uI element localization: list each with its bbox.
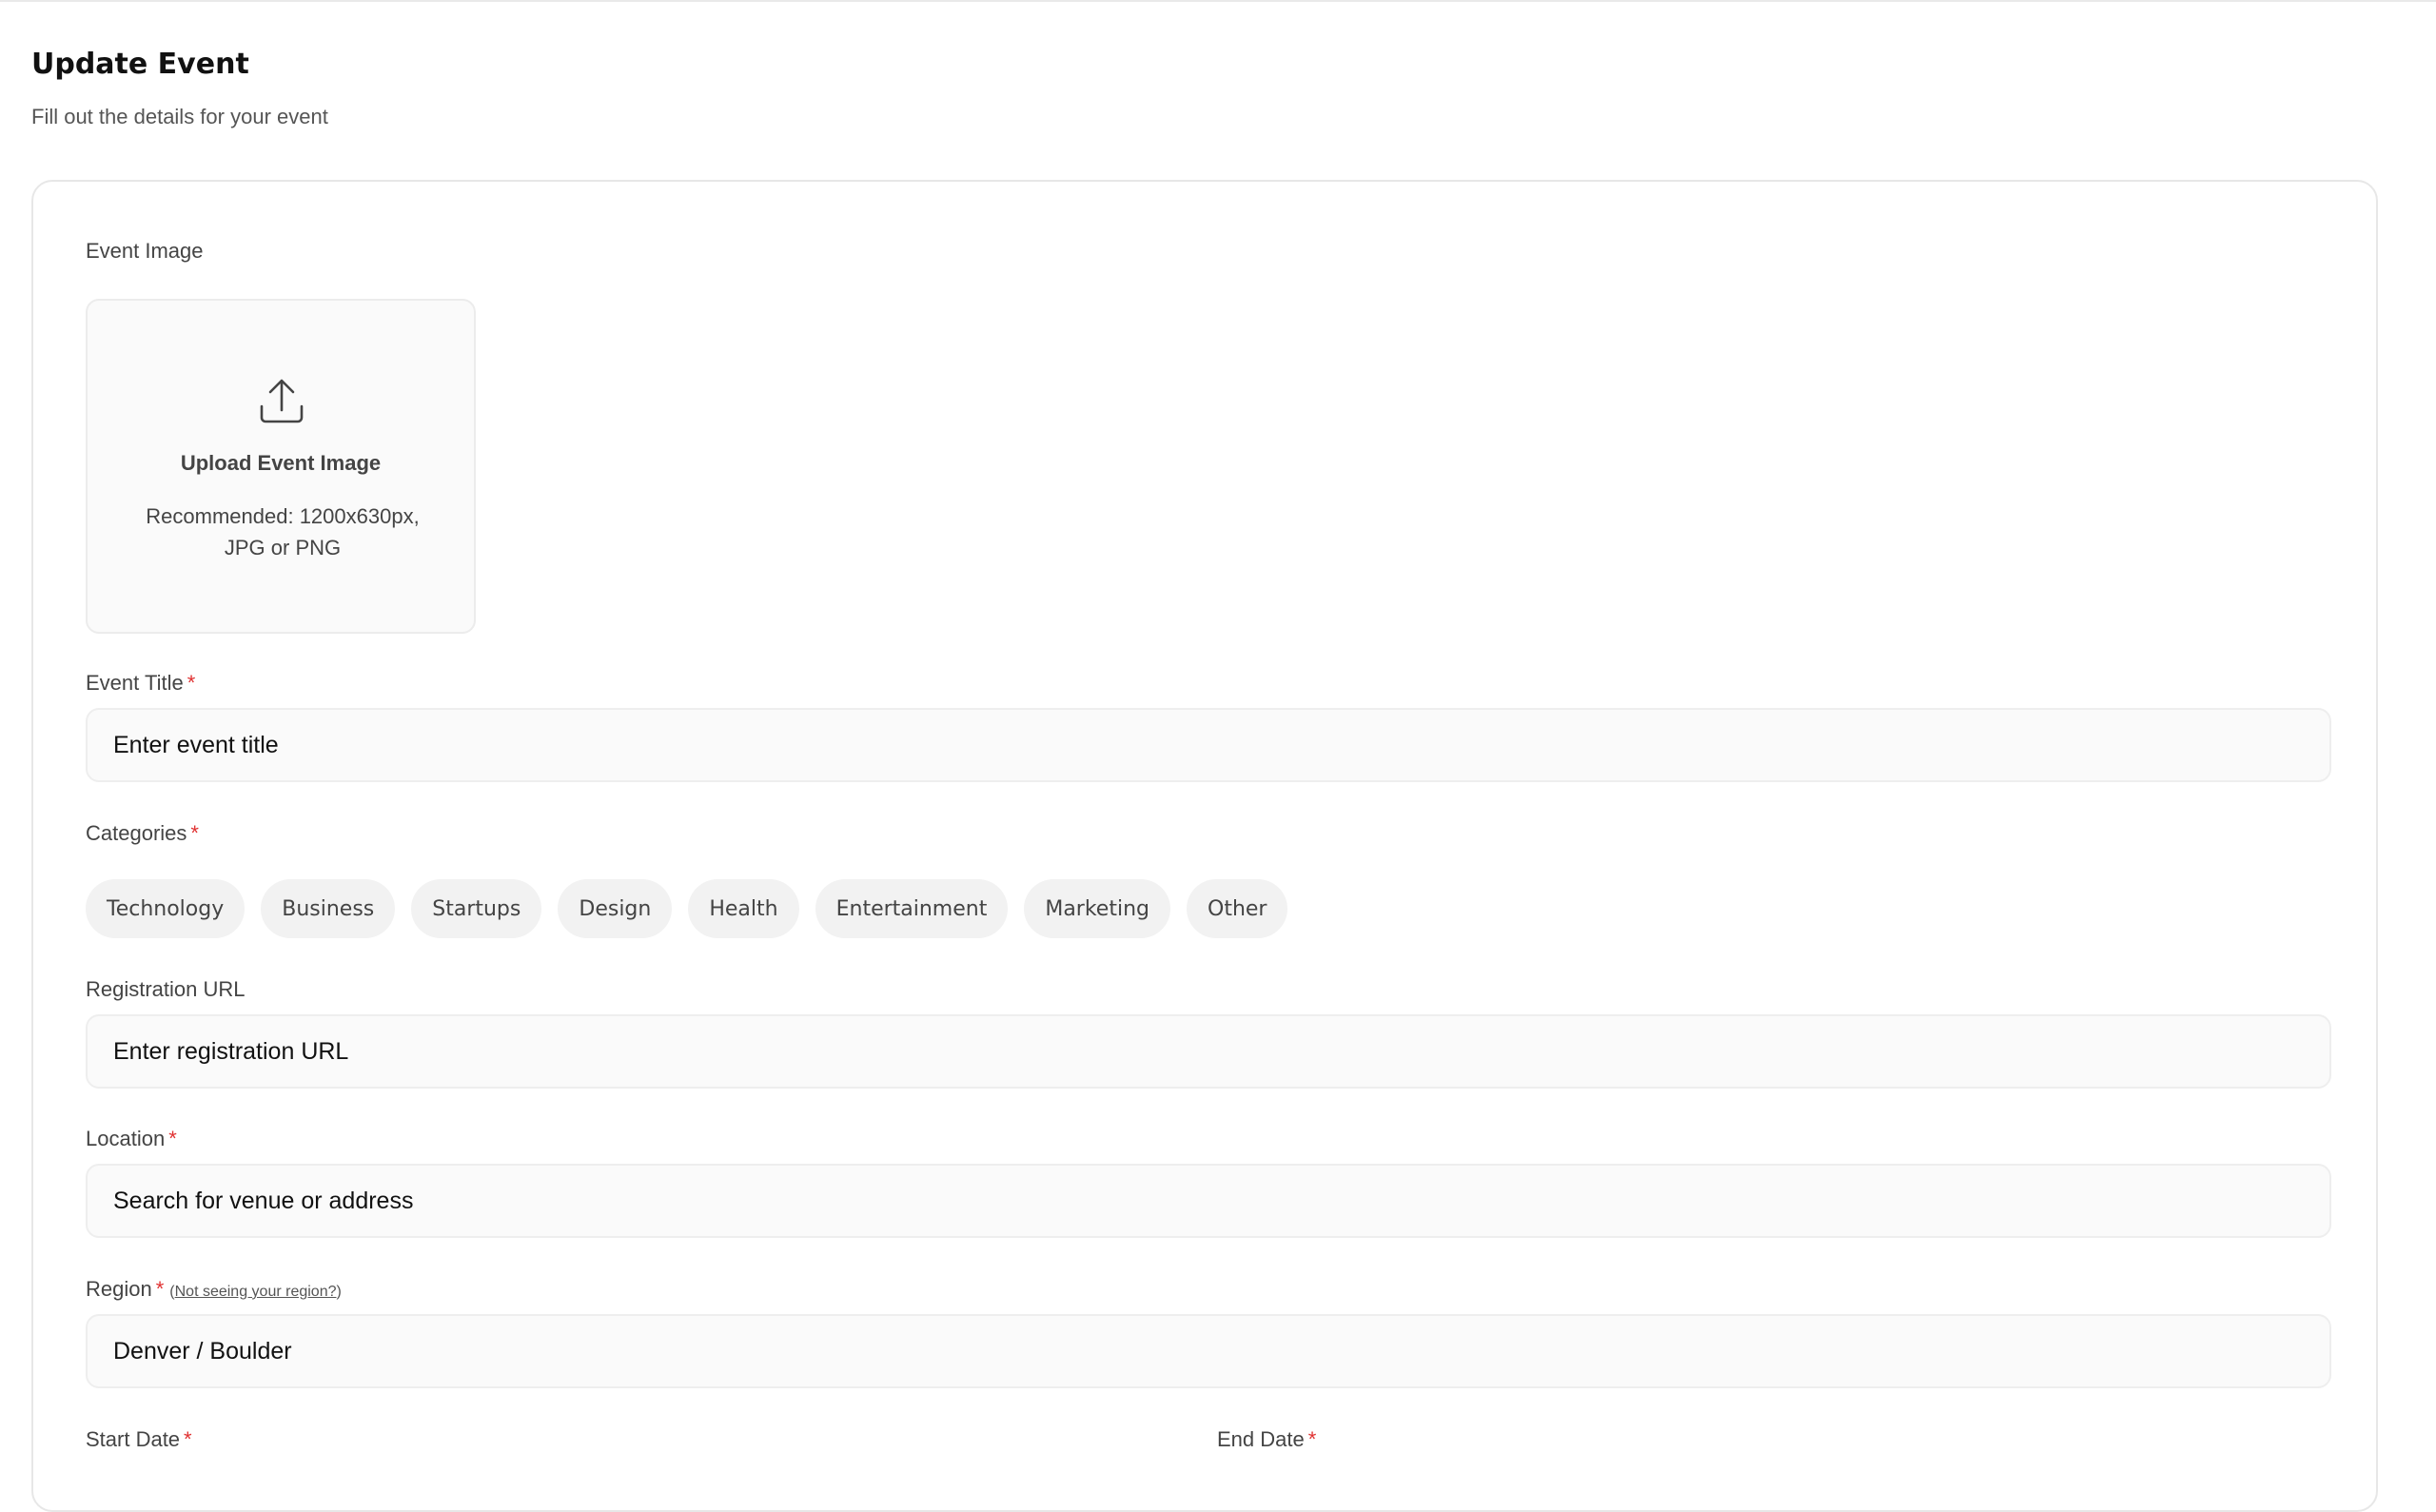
registration-url-input[interactable] xyxy=(86,1014,2331,1089)
categories-label-text: Categories xyxy=(86,821,187,845)
upload-title: Upload Event Image xyxy=(180,451,382,475)
start-date-label: Start Date * xyxy=(86,1427,192,1452)
category-chip-entertainment[interactable]: Entertainment xyxy=(815,879,1009,938)
region-help: (Not seeing your region?) xyxy=(169,1284,342,1300)
location-search-input[interactable] xyxy=(86,1164,2331,1238)
location-label-text: Location xyxy=(86,1127,166,1150)
region-help-close: ) xyxy=(336,1284,342,1300)
region-label: Region * (Not seeing your region?) xyxy=(86,1277,342,1302)
category-chip-design[interactable]: Design xyxy=(558,879,673,938)
region-input[interactable] xyxy=(86,1314,2331,1388)
category-chip-business[interactable]: Business xyxy=(261,879,396,938)
category-chip-other[interactable]: Other xyxy=(1187,879,1288,938)
page-title: Update Event xyxy=(31,48,249,81)
category-chip-startups[interactable]: Startups xyxy=(411,879,542,938)
end-date-label-text: End Date xyxy=(1217,1427,1305,1451)
event-image-upload[interactable]: Upload Event Image Recommended: 1200x630… xyxy=(86,299,476,634)
top-divider xyxy=(0,0,2436,2)
required-mark: * xyxy=(168,1127,177,1150)
category-chip-marketing[interactable]: Marketing xyxy=(1024,879,1170,938)
location-label: Location * xyxy=(86,1127,177,1151)
end-date-label: End Date * xyxy=(1217,1427,1316,1452)
required-mark: * xyxy=(187,671,196,695)
page-subtitle: Fill out the details for your event xyxy=(31,105,328,128)
required-mark: * xyxy=(184,1427,192,1451)
upload-hint: Recommended: 1200x630px, JPG or PNG xyxy=(146,504,420,560)
required-mark: * xyxy=(1307,1427,1317,1451)
category-chip-technology[interactable]: Technology xyxy=(86,879,246,938)
event-title-input[interactable] xyxy=(86,708,2331,782)
region-help-link[interactable]: Not seeing your region? xyxy=(175,1284,337,1300)
event-title-label-text: Event Title xyxy=(86,671,184,695)
required-mark: * xyxy=(155,1277,165,1301)
registration-url-label: Registration URL xyxy=(86,977,246,1001)
required-mark: * xyxy=(190,821,199,845)
category-chip-health[interactable]: Health xyxy=(688,879,799,938)
start-date-label-text: Start Date xyxy=(86,1427,181,1451)
event-image-label: Event Image xyxy=(86,239,204,263)
upload-icon xyxy=(260,379,304,423)
categories-label: Categories * xyxy=(86,821,199,846)
category-chips: Technology Business Startups Design Heal… xyxy=(86,879,1288,938)
region-label-text: Region xyxy=(86,1277,152,1301)
event-form-card: Event Image Upload Event Image Recommend… xyxy=(31,180,2378,1512)
event-title-label: Event Title * xyxy=(86,671,195,696)
